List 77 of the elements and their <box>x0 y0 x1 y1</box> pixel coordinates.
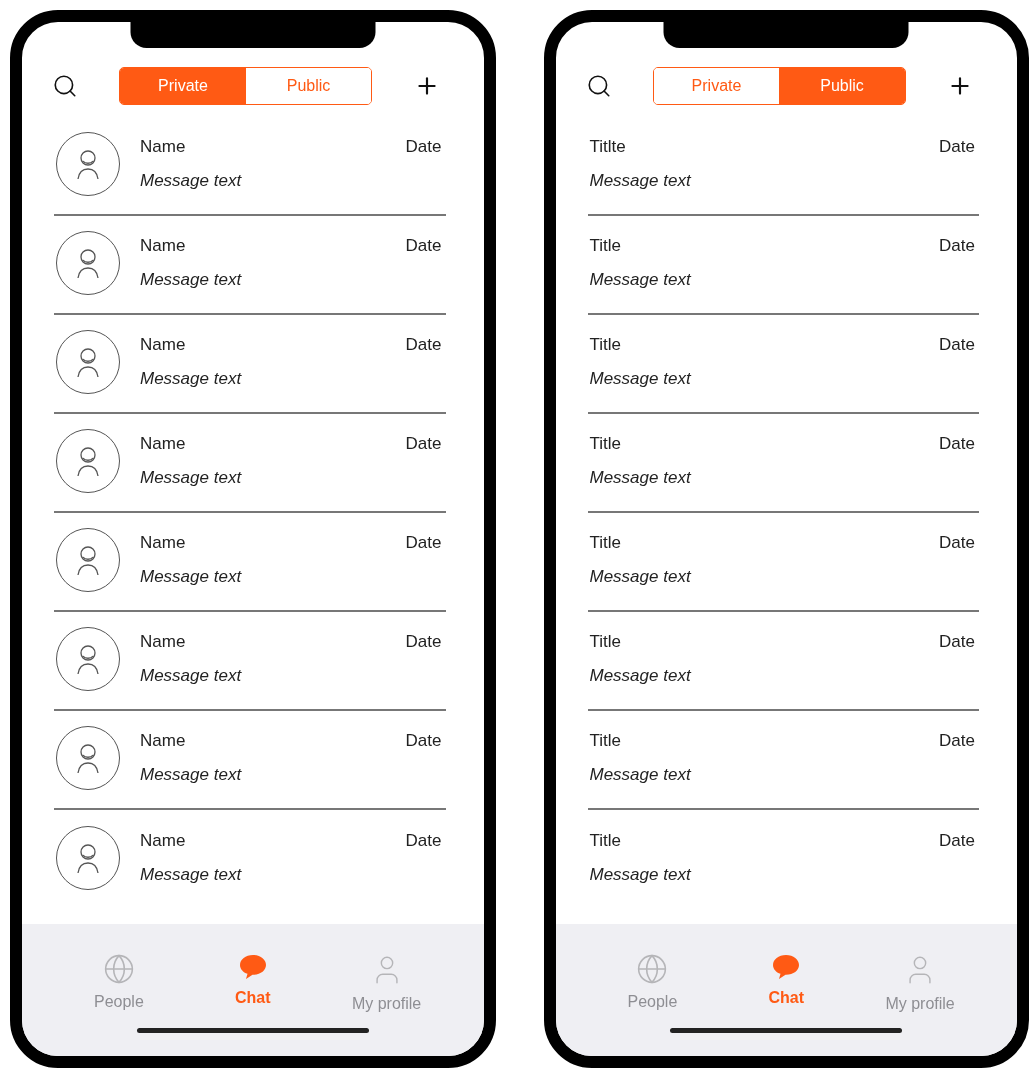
item-date: Date <box>939 532 975 553</box>
item-date: Date <box>939 730 975 751</box>
user-icon <box>75 741 101 774</box>
list-item[interactable]: Title Date Message text <box>587 513 979 612</box>
item-date: Date <box>939 433 975 454</box>
item-title: Name <box>140 433 186 454</box>
list-item[interactable]: Name Date Message text <box>54 612 446 711</box>
item-date: Date <box>405 136 442 157</box>
item-title: Title <box>589 532 621 553</box>
item-date: Date <box>405 433 442 454</box>
item-title: Title <box>589 334 621 355</box>
item-date: Date <box>405 532 442 553</box>
speech-bubble-icon <box>771 953 802 981</box>
user-icon <box>75 345 101 378</box>
list-item[interactable]: Titlte Date Message text <box>587 117 979 216</box>
item-title: Name <box>140 334 186 355</box>
list-item[interactable]: Name Date Message text <box>54 810 446 909</box>
message-preview: Message text <box>589 269 693 290</box>
list-item[interactable]: Title Date Message text <box>587 315 979 414</box>
item-title: Name <box>140 532 186 553</box>
item-date: Date <box>939 235 975 256</box>
item-title: Name <box>140 830 186 851</box>
user-icon <box>75 444 101 477</box>
user-icon <box>75 642 101 675</box>
item-date: Date <box>405 730 442 751</box>
item-title: Title <box>589 631 621 652</box>
globe-icon <box>636 953 669 985</box>
user-icon <box>75 246 101 279</box>
message-preview: Message text <box>140 467 243 488</box>
list-item[interactable]: Name Date Message text <box>54 315 446 414</box>
message-preview: Message text <box>140 368 243 389</box>
list-item[interactable]: Title Date Message text <box>587 612 979 711</box>
user-icon <box>75 543 101 576</box>
message-preview: Message text <box>140 864 243 885</box>
message-preview: Message text <box>589 170 693 191</box>
list-item[interactable]: Title Date Message text <box>587 810 979 909</box>
message-preview: Message text <box>589 864 693 885</box>
speech-bubble-icon <box>237 953 268 981</box>
globe-icon <box>102 953 135 985</box>
item-title: Titlte <box>589 136 626 157</box>
item-title: Title <box>589 433 621 454</box>
list-item[interactable]: Name Date Message text <box>54 117 446 216</box>
item-title: Title <box>589 235 621 256</box>
list-item[interactable]: Title Date Message text <box>587 216 979 315</box>
search-button[interactable] <box>52 73 78 99</box>
item-title: Name <box>140 631 186 652</box>
item-date: Date <box>405 334 442 355</box>
message-preview: Message text <box>140 566 243 587</box>
item-title: Name <box>140 730 186 751</box>
item-date: Date <box>939 136 975 157</box>
item-title: Title <box>589 730 621 751</box>
list-item[interactable]: Title Date Message text <box>587 711 979 810</box>
item-date: Date <box>405 631 442 652</box>
item-title: Title <box>589 830 621 851</box>
message-preview: Message text <box>589 467 693 488</box>
message-preview: Message text <box>140 170 243 191</box>
message-preview: Message text <box>589 665 693 686</box>
list-item[interactable]: Name Date Message text <box>54 216 446 315</box>
message-preview: Message text <box>589 566 693 587</box>
list-item[interactable]: Title Date Message text <box>587 414 979 513</box>
item-date: Date <box>405 830 442 851</box>
item-title: Name <box>140 136 186 157</box>
item-date: Date <box>939 334 975 355</box>
list-item[interactable]: Name Date Message text <box>54 414 446 513</box>
item-date: Date <box>405 235 442 256</box>
message-preview: Message text <box>140 764 243 785</box>
item-title: Name <box>140 235 186 256</box>
item-date: Date <box>939 631 975 652</box>
message-preview: Message text <box>589 764 693 785</box>
user-icon <box>75 841 101 874</box>
list-item[interactable]: Name Date Message text <box>54 711 446 810</box>
list-item[interactable]: Name Date Message text <box>54 513 446 612</box>
message-preview: Message text <box>140 665 243 686</box>
message-preview: Message text <box>589 368 693 389</box>
item-date: Date <box>939 830 975 851</box>
user-icon <box>75 147 101 180</box>
message-preview: Message text <box>140 269 243 290</box>
